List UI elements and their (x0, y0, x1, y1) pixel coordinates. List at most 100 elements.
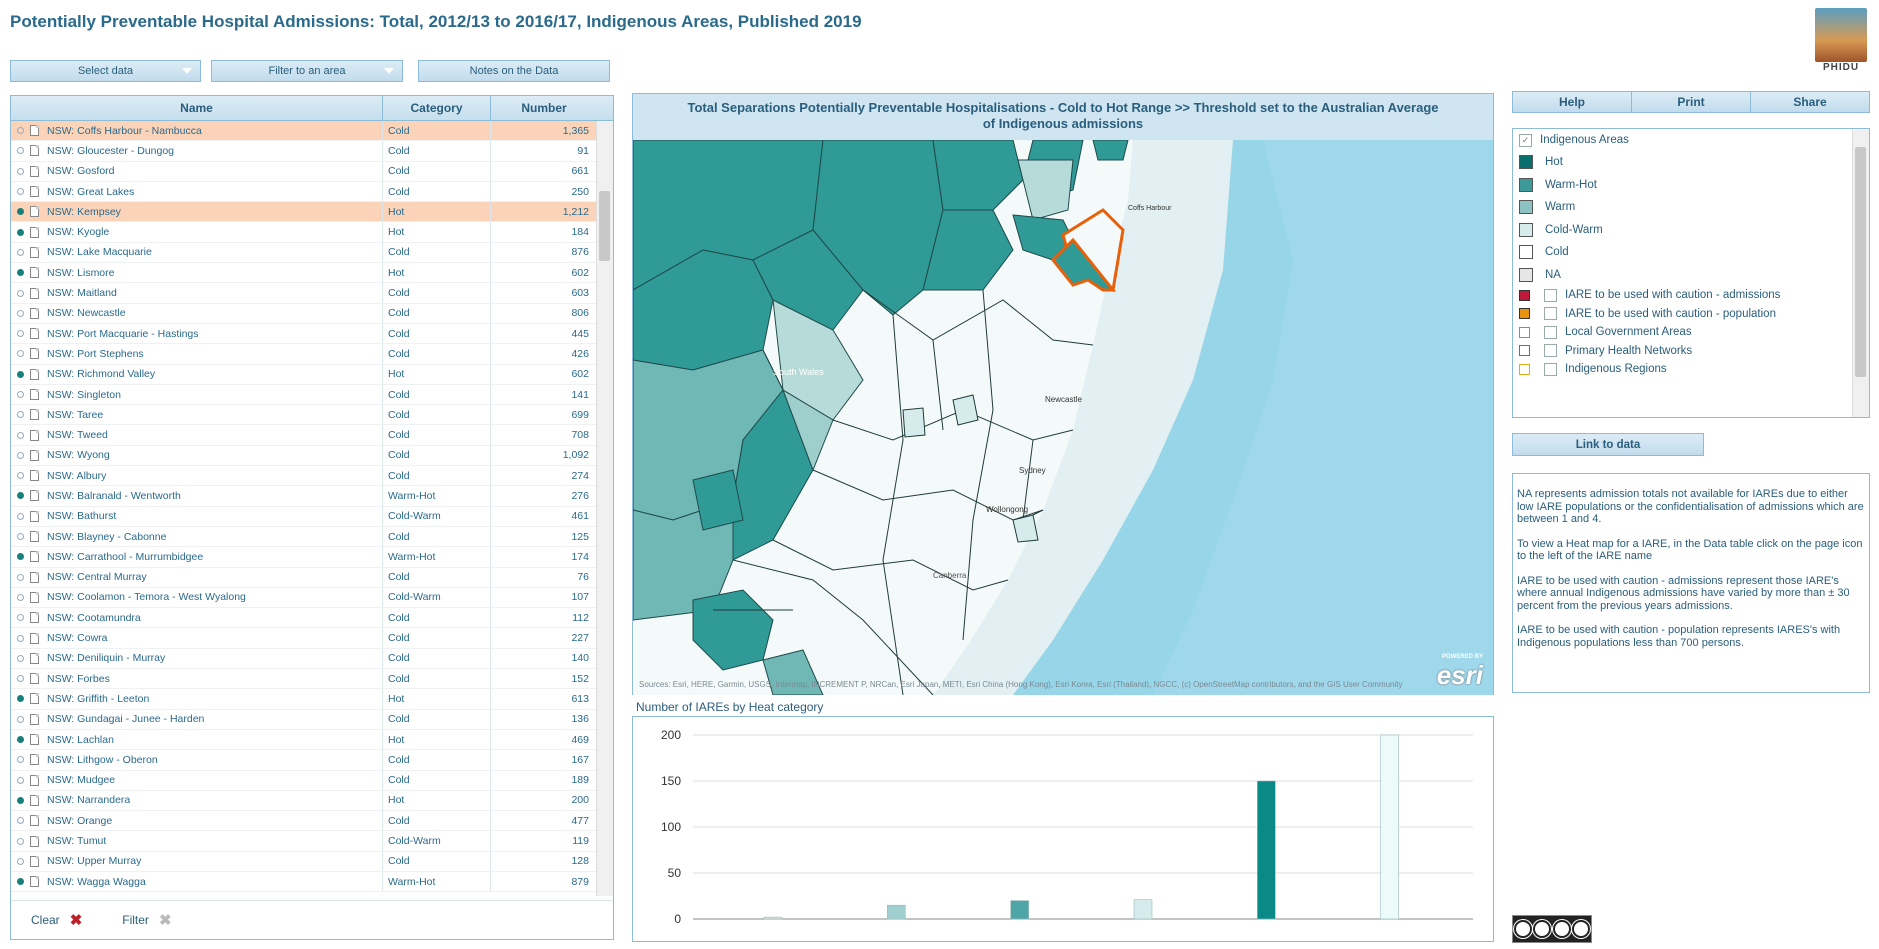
row-radio[interactable] (17, 167, 24, 175)
notes-on-data-button[interactable]: Notes on the Data (418, 60, 610, 82)
print-button[interactable]: Print (1632, 92, 1751, 112)
table-row[interactable]: NSW: Narrandera Hot 200 (11, 790, 613, 812)
layer-checkbox[interactable] (1544, 325, 1557, 339)
scrollbar-thumb[interactable] (1855, 147, 1866, 377)
row-radio[interactable] (17, 553, 24, 561)
table-row[interactable]: NSW: Gundagai - Junee - Harden Cold 136 (11, 709, 613, 730)
bar-cold-warm[interactable] (1133, 899, 1153, 920)
layer-toggle[interactable]: Indigenous Regions (1513, 360, 1869, 379)
table-row[interactable]: NSW: Newcastle Cold 806 (11, 303, 613, 324)
page-icon[interactable] (30, 531, 39, 543)
bar-na[interactable] (763, 916, 783, 920)
table-row[interactable]: NSW: Kempsey Hot 1,212 (11, 202, 613, 223)
row-radio[interactable] (17, 391, 24, 398)
row-radio[interactable] (17, 776, 24, 784)
table-row[interactable]: NSW: Lithgow - Oberon Cold 167 (11, 750, 613, 771)
row-radio[interactable] (17, 411, 24, 419)
row-radio[interactable] (17, 127, 24, 135)
share-button[interactable]: Share (1751, 92, 1869, 112)
clear-button[interactable]: Clear (21, 913, 60, 927)
layer-checkbox[interactable] (1544, 362, 1557, 376)
table-row[interactable]: NSW: Mudgee Cold 189 (11, 770, 613, 791)
row-radio[interactable] (17, 533, 24, 541)
row-radio[interactable] (17, 188, 24, 196)
table-row[interactable]: NSW: Wyong Cold 1,092 (11, 445, 613, 467)
page-icon[interactable] (30, 551, 39, 563)
row-radio[interactable] (17, 593, 24, 601)
bar-hot[interactable] (1257, 780, 1276, 920)
layer-checkbox[interactable] (1544, 307, 1557, 321)
page-icon[interactable] (30, 815, 39, 827)
page-icon[interactable] (30, 835, 39, 847)
page-icon[interactable] (30, 774, 39, 786)
page-icon[interactable] (30, 145, 39, 157)
table-row[interactable]: NSW: Gosford Cold 661 (11, 161, 613, 182)
page-icon[interactable] (30, 267, 39, 279)
page-icon[interactable] (30, 591, 39, 603)
page-icon[interactable] (30, 652, 39, 664)
row-radio[interactable] (17, 370, 24, 378)
layer-toggle[interactable]: Local Government Areas (1513, 323, 1869, 342)
table-row[interactable]: NSW: Lake Macquarie Cold 876 (11, 242, 613, 264)
row-radio[interactable] (17, 736, 24, 744)
row-radio[interactable] (17, 878, 24, 886)
table-row[interactable]: NSW: Carrathool - Murrumbidgee Warm-Hot 17… (11, 547, 613, 568)
page-icon[interactable] (30, 855, 39, 867)
table-scrollbar[interactable] (596, 121, 613, 896)
row-radio[interactable] (17, 634, 24, 642)
page-icon[interactable] (30, 794, 39, 806)
row-radio[interactable] (17, 147, 24, 155)
table-row[interactable]: NSW: Balranald - Wentworth Warm-Hot 276 (11, 486, 613, 507)
row-radio[interactable] (17, 512, 24, 520)
table-row[interactable]: NSW: Albury Cold 274 (11, 466, 613, 487)
table-row[interactable]: NSW: Bathurst Cold-Warm 461 (11, 506, 613, 527)
row-radio[interactable] (17, 756, 24, 764)
layer-checkbox[interactable] (1544, 288, 1557, 302)
link-to-data-button[interactable]: Link to data (1512, 433, 1704, 456)
table-row[interactable]: NSW: Taree Cold 699 (11, 405, 613, 426)
column-header-name[interactable]: Name (11, 96, 383, 120)
table-row[interactable]: NSW: Gloucester - Dungog Cold 91 (11, 141, 613, 162)
table-row[interactable]: NSW: Singleton Cold 141 (11, 384, 613, 406)
row-radio[interactable] (17, 715, 24, 723)
page-icon[interactable] (30, 612, 39, 624)
column-header-number[interactable]: Number (491, 96, 597, 120)
row-radio[interactable] (17, 654, 24, 662)
layer-toggle[interactable]: Primary Health Networks (1513, 342, 1869, 361)
page-icon[interactable] (30, 470, 39, 482)
page-icon[interactable] (30, 389, 39, 400)
table-row[interactable]: NSW: Lismore Hot 602 (11, 263, 613, 284)
row-radio[interactable] (17, 208, 24, 216)
page-icon[interactable] (30, 693, 39, 705)
page-icon[interactable] (30, 673, 39, 685)
table-row[interactable]: NSW: Deniliquin - Murray Cold 140 (11, 648, 613, 670)
row-radio[interactable] (17, 309, 24, 317)
row-radio[interactable] (17, 614, 24, 622)
page-icon[interactable] (30, 490, 39, 502)
row-radio[interactable] (17, 492, 24, 500)
row-radio[interactable] (17, 857, 24, 865)
scrollbar-thumb[interactable] (599, 191, 610, 261)
page-icon[interactable] (30, 571, 39, 583)
table-row[interactable]: NSW: Maitland Cold 603 (11, 283, 613, 304)
row-radio[interactable] (17, 796, 24, 804)
map-svg[interactable]: Coffs Harbour South Wales Newcastle Sydn… (633, 140, 1493, 695)
table-row[interactable]: NSW: Tumut Cold-Warm 119 (11, 831, 613, 852)
page-icon[interactable] (30, 307, 39, 319)
bar-warm-hot[interactable] (1010, 900, 1029, 920)
page-icon[interactable] (30, 246, 39, 258)
page-icon[interactable] (30, 713, 39, 725)
filter-button[interactable]: Filter (112, 913, 149, 927)
page-icon[interactable] (30, 348, 39, 360)
page-icon[interactable] (30, 632, 39, 644)
checkbox-checked[interactable]: ✓ (1519, 133, 1532, 147)
table-row[interactable]: NSW: Orange Cold 477 (11, 811, 613, 832)
table-row[interactable]: NSW: Cootamundra Cold 112 (11, 608, 613, 629)
table-row[interactable]: NSW: Forbes Cold 152 (11, 669, 613, 690)
page-icon[interactable] (30, 206, 39, 218)
bar-warm[interactable] (887, 904, 906, 920)
legend-scrollbar[interactable] (1852, 129, 1869, 417)
row-radio[interactable] (17, 431, 24, 439)
bar-cold[interactable] (1380, 734, 1399, 920)
layer-checkbox[interactable] (1544, 344, 1557, 358)
